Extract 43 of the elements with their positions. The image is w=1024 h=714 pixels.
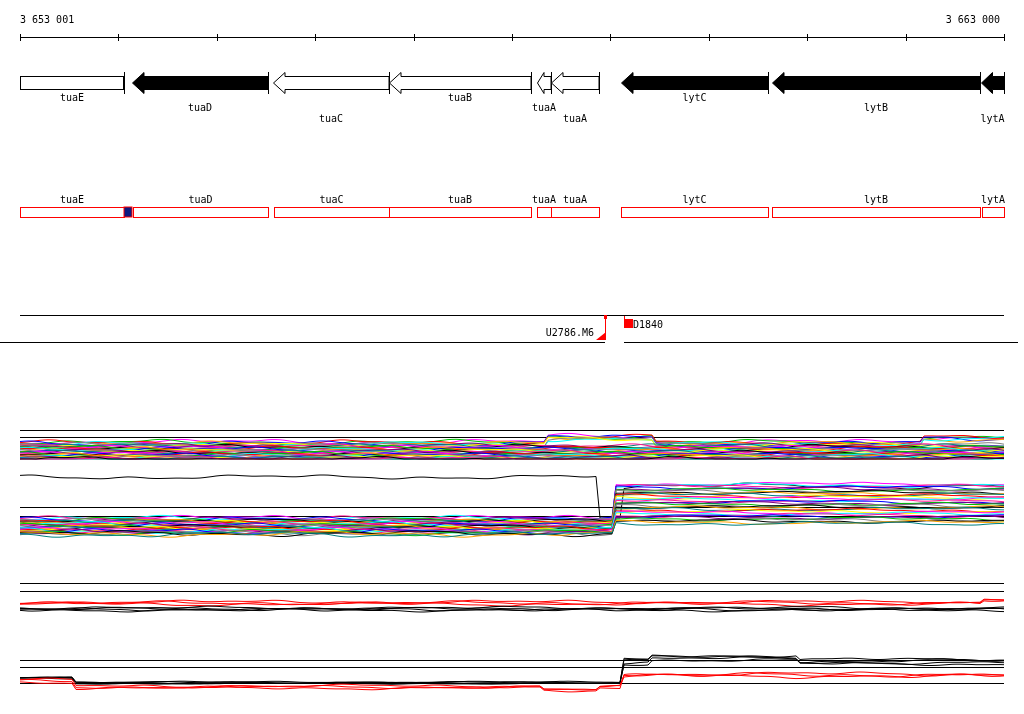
marker-label: U2786.M6 [545, 327, 594, 338]
gene-label: tuaA [531, 102, 557, 113]
region-box[interactable] [389, 207, 532, 218]
region-label: tuaB [447, 194, 473, 205]
region-box[interactable] [20, 207, 125, 218]
region-box[interactable] [133, 207, 269, 218]
region-label: lytA [980, 194, 1006, 205]
region-label: lytC [682, 194, 707, 205]
gene-label: tuaA [562, 113, 588, 124]
region-box[interactable] [551, 207, 600, 218]
position-marker [123, 206, 133, 218]
marker-flag[interactable] [624, 315, 633, 329]
region-box[interactable] [982, 207, 1005, 218]
gene-arrow[interactable] [389, 71, 532, 95]
gene-arrow[interactable] [621, 71, 769, 95]
region-label: lytB [863, 194, 889, 205]
region-box[interactable] [621, 207, 769, 218]
gene-arrow[interactable] [772, 71, 981, 95]
gene-label: tuaE [59, 92, 85, 103]
gene-arrow[interactable] [20, 71, 125, 95]
coordinate-label: 3 663 000 [945, 14, 1000, 25]
gene-arrow[interactable] [537, 71, 552, 95]
region-box[interactable] [772, 207, 981, 218]
gene-arrow[interactable] [132, 71, 269, 95]
region-label: tuaA [562, 194, 588, 205]
marker-flag[interactable] [596, 315, 607, 341]
gene-arrow[interactable] [273, 71, 390, 95]
gene-arrow[interactable] [551, 71, 600, 95]
region-box[interactable] [537, 207, 552, 218]
gene-label: lytC [682, 92, 707, 103]
region-box[interactable] [274, 207, 390, 218]
gene-label: tuaB [447, 92, 473, 103]
coordinate-label: 3 653 001 [20, 14, 75, 25]
marker-label: D1840 [633, 319, 664, 330]
gene-label: lytA [980, 113, 1005, 124]
gene-label: tuaD [187, 102, 213, 113]
gene-arrow[interactable] [981, 71, 1005, 95]
region-label: tuaD [188, 194, 213, 205]
region-label: tuaE [59, 194, 85, 205]
region-label: tuaA [531, 194, 557, 205]
gene-label: tuaC [318, 113, 344, 124]
gene-label: lytB [863, 102, 889, 113]
region-label: tuaC [319, 194, 344, 205]
